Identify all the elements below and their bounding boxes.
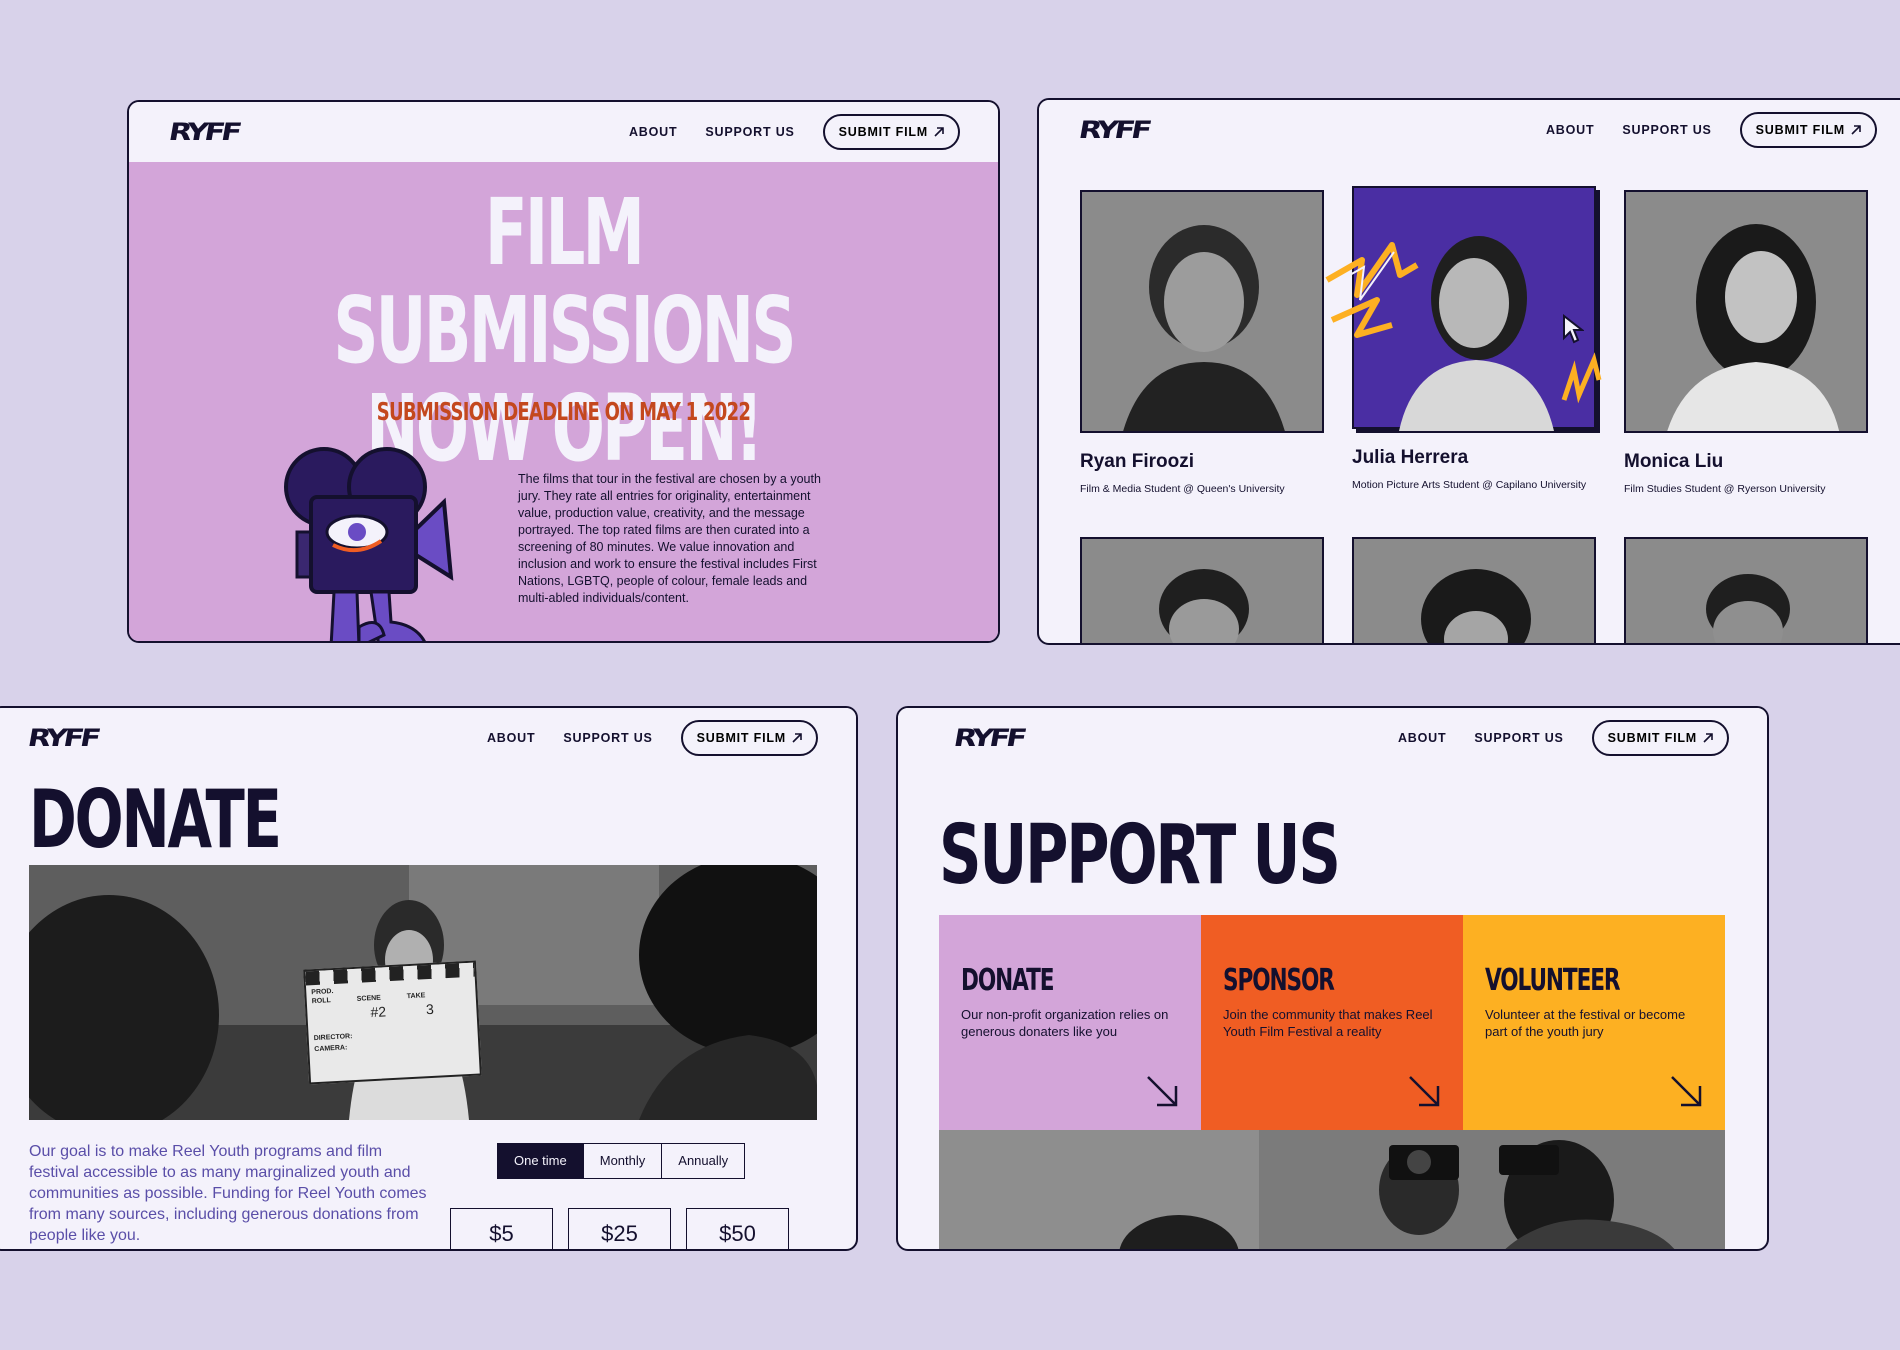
submit-film-button[interactable]: SUBMIT FILM	[1739, 112, 1877, 148]
top-nav: RYFF ABOUT SUPPORT US SUBMIT FILM	[0, 708, 856, 768]
scribble-decoration	[1325, 242, 1419, 338]
jury-role: Film Studies Student @ Ryerson Universit…	[1624, 483, 1826, 495]
jury-role: Motion Picture Arts Student @ Capilano U…	[1352, 479, 1587, 491]
mouse-cursor-icon	[1563, 314, 1584, 344]
donate-card-text: Our non-profit organization relies on ge…	[961, 1007, 1169, 1039]
jury-photo[interactable]	[1352, 537, 1596, 643]
clapper-prod-label: PROD.	[311, 988, 334, 997]
submit-film-button[interactable]: SUBMIT FILM	[822, 114, 960, 150]
ryff-logo[interactable]: RYFF	[1077, 116, 1151, 144]
hero-section: FILM SUBMISSIONS NOW OPEN! SUBMISSION DE…	[129, 162, 998, 641]
volunteer-card-title: VOLUNTEER	[1485, 963, 1621, 998]
arrow-up-right-icon	[1703, 733, 1713, 743]
volunteers-photo	[939, 1130, 1725, 1249]
sponsor-card[interactable]: SPONSOR Join the community that makes Re…	[1201, 915, 1463, 1130]
donate-window: RYFF ABOUT SUPPORT US SUBMIT FILM DONATE	[0, 706, 858, 1251]
support-window: RYFF ABOUT SUPPORT US SUBMIT FILM SUPPOR…	[896, 706, 1769, 1251]
person-silhouette	[1123, 225, 1285, 431]
ryff-logo[interactable]: RYFF	[167, 118, 241, 146]
jury-name: Julia Herrera	[1352, 447, 1469, 468]
ryff-logo[interactable]: RYFF	[952, 724, 1026, 752]
jury-name: Ryan Firoozi	[1080, 451, 1195, 472]
arrow-down-right-icon	[1409, 1076, 1440, 1107]
clapper-scene-value: #2	[370, 1003, 387, 1021]
jury-name: Monica Liu	[1624, 451, 1724, 472]
sponsor-card-title: SPONSOR	[1223, 963, 1335, 998]
nav-about-link[interactable]: ABOUT	[1546, 123, 1594, 137]
volunteer-card[interactable]: VOLUNTEER Volunteer at the festival or b…	[1463, 915, 1725, 1130]
nav-links: ABOUT SUPPORT US SUBMIT FILM	[629, 114, 960, 150]
submit-film-button[interactable]: SUBMIT FILM	[1591, 720, 1729, 756]
jury-photo[interactable]	[1080, 537, 1324, 643]
top-nav: RYFF ABOUT SUPPORT US SUBMIT FILM	[1039, 100, 1900, 160]
amount-option-5[interactable]: $5	[450, 1208, 553, 1249]
nav-links: ABOUT SUPPORT US SUBMIT FILM	[1546, 112, 1877, 148]
top-nav: RYFF ABOUT SUPPORT US SUBMIT FILM	[129, 102, 998, 162]
arrow-down-right-icon	[1671, 1076, 1702, 1107]
donate-card[interactable]: DONATE Our non-profit organization relie…	[939, 915, 1201, 1130]
deadline-text: SUBMISSION DEADLINE ON MAY 1 2022	[376, 397, 751, 426]
donate-card-title: DONATE	[961, 963, 1054, 998]
hero-title-line1: FILM SUBMISSIONS	[333, 179, 796, 384]
jury-role: Film & Media Student @ Queen's Universit…	[1080, 483, 1285, 495]
jury-photo	[1080, 190, 1324, 433]
volunteers-photo-illustration	[939, 1130, 1725, 1249]
person-silhouette	[1706, 574, 1790, 643]
scribble-decoration	[1561, 352, 1602, 404]
nav-about-link[interactable]: ABOUT	[487, 731, 535, 745]
submit-film-label: SUBMIT FILM	[838, 125, 928, 139]
jury-card[interactable]: Monica Liu Film Studies Student @ Ryerso…	[1624, 190, 1868, 496]
donate-description: Our goal is to make Reel Youth programs …	[29, 1143, 427, 1244]
camera-mascot-illustration	[284, 447, 454, 641]
submit-film-label: SUBMIT FILM	[1607, 731, 1697, 745]
jury-window: RYFF ABOUT SUPPORT US SUBMIT FILM Ryan F…	[1037, 98, 1900, 645]
arrow-up-right-icon	[792, 733, 802, 743]
person-silhouette	[1159, 569, 1249, 643]
clapper-roll-label: ROLL	[311, 997, 332, 1006]
submit-film-label: SUBMIT FILM	[1755, 123, 1845, 137]
clapper-take-label: TAKE	[406, 992, 426, 1001]
frequency-one-time[interactable]: One time	[498, 1144, 583, 1178]
nav-about-link[interactable]: ABOUT	[1398, 731, 1446, 745]
donation-frequency-toggle: One time Monthly Annually	[497, 1143, 746, 1179]
nav-support-link[interactable]: SUPPORT US	[1474, 731, 1563, 745]
clapper-scene-label: SCENE	[356, 994, 382, 1003]
frequency-annually[interactable]: Annually	[661, 1144, 744, 1178]
submissions-body-text: The films that tour in the festival are …	[518, 472, 821, 605]
jury-photo[interactable]	[1624, 537, 1868, 643]
clapperboard: PROD. ROLL SCENE TAKE #2 3 DIRECTOR: CAM…	[303, 960, 482, 1085]
nav-links: ABOUT SUPPORT US SUBMIT FILM	[487, 720, 818, 756]
nav-about-link[interactable]: ABOUT	[629, 125, 677, 139]
arrow-down-right-icon	[1147, 1076, 1178, 1107]
clapper-take-value: 3	[425, 1000, 435, 1018]
nav-support-link[interactable]: SUPPORT US	[1622, 123, 1711, 137]
arrow-up-right-icon	[1851, 125, 1861, 135]
top-nav: RYFF ABOUT SUPPORT US SUBMIT FILM	[898, 708, 1767, 768]
nav-support-link[interactable]: SUPPORT US	[705, 125, 794, 139]
film-set-photo: PROD. ROLL SCENE TAKE #2 3 DIRECTOR: CAM…	[29, 865, 817, 1120]
donate-page-title: DONATE	[29, 773, 282, 866]
jury-photo	[1624, 190, 1868, 433]
submit-film-label: SUBMIT FILM	[696, 731, 786, 745]
hero-title: FILM SUBMISSIONS NOW OPEN!	[268, 184, 859, 478]
submissions-window: RYFF ABOUT SUPPORT US SUBMIT FILM FILM S…	[127, 100, 1000, 643]
submit-film-button[interactable]: SUBMIT FILM	[680, 720, 818, 756]
jury-card[interactable]: Ryan Firoozi Film & Media Student @ Quee…	[1080, 190, 1324, 496]
volunteer-card-text: Volunteer at the festival or become part…	[1485, 1007, 1686, 1039]
amount-option-50[interactable]: $50	[686, 1208, 789, 1249]
person-silhouette	[1667, 224, 1840, 431]
person-silhouette	[1421, 569, 1531, 643]
nav-support-link[interactable]: SUPPORT US	[563, 731, 652, 745]
amount-option-25[interactable]: $25	[568, 1208, 671, 1249]
support-page-title: SUPPORT US	[939, 808, 1341, 903]
nav-links: ABOUT SUPPORT US SUBMIT FILM	[1398, 720, 1729, 756]
ryff-logo[interactable]: RYFF	[26, 724, 100, 752]
sponsor-card-text: Join the community that makes Reel Youth…	[1223, 1007, 1433, 1039]
frequency-monthly[interactable]: Monthly	[582, 1144, 662, 1178]
arrow-up-right-icon	[934, 127, 944, 137]
